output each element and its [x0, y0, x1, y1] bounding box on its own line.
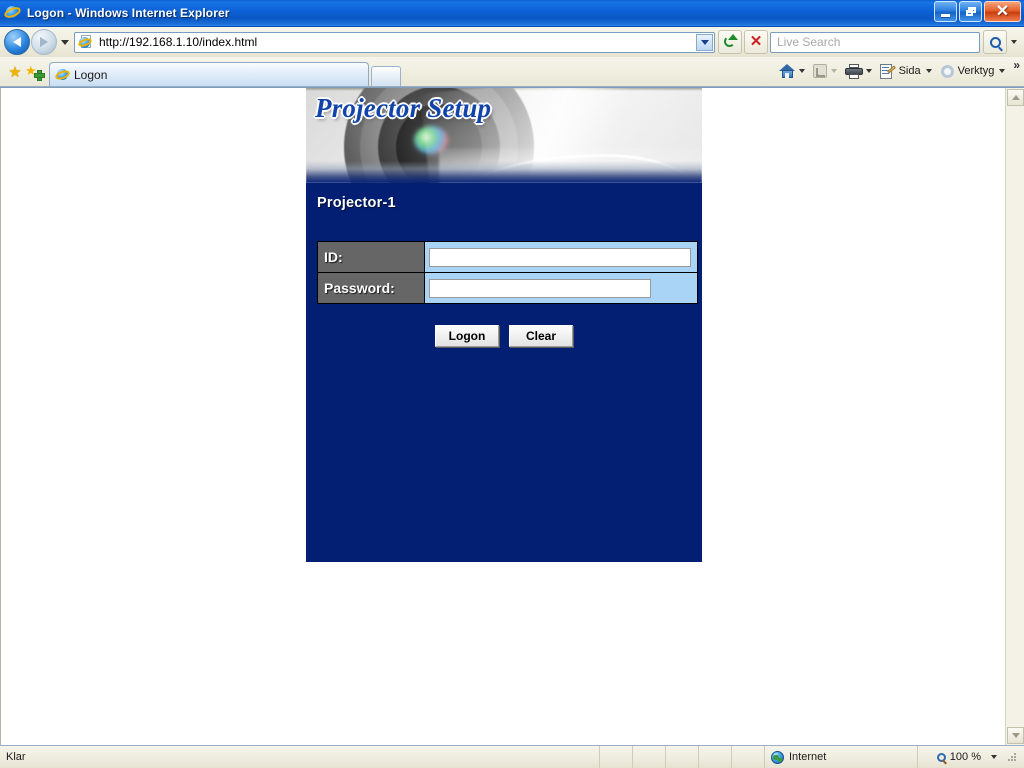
search-icon [989, 36, 1001, 48]
new-tab-button[interactable] [371, 66, 401, 86]
recent-pages-dropdown[interactable] [61, 39, 69, 45]
back-arrow-icon [13, 37, 21, 47]
forward-arrow-icon [40, 37, 48, 47]
id-label: ID: [317, 241, 425, 273]
browser-window: Logon - Windows Internet Explorer ✕ http… [0, 0, 1024, 768]
search-button[interactable] [983, 30, 1007, 54]
id-input[interactable] [429, 247, 691, 267]
projector-setup-page: Projector Setup Projector-1 ID: Password… [306, 88, 702, 562]
device-name: Projector-1 [317, 195, 396, 211]
search-input[interactable]: Live Search [770, 31, 980, 53]
chevron-down-icon [830, 69, 837, 73]
feeds-button[interactable] [811, 60, 842, 82]
refresh-icon [723, 34, 738, 49]
browser-viewport: Projector Setup Projector-1 ID: Password… [0, 87, 1024, 745]
status-pane-1 [600, 746, 633, 768]
status-pane-3 [666, 746, 699, 768]
home-icon [778, 63, 796, 79]
refresh-button[interactable] [718, 30, 742, 54]
status-pane-4 [699, 746, 732, 768]
status-pane-2 [633, 746, 666, 768]
minimize-icon [941, 13, 950, 17]
tools-menu-button[interactable]: Verktyg [938, 60, 1011, 82]
back-button[interactable] [4, 29, 30, 55]
security-zone-label: Internet [789, 751, 827, 763]
tools-menu-label: Verktyg [957, 65, 995, 77]
home-button[interactable] [777, 60, 810, 82]
page-menu-label: Sida [898, 65, 921, 77]
chevron-down-icon [1010, 40, 1017, 44]
ie-logo-icon [2, 4, 23, 22]
login-form: ID: Password: [317, 241, 698, 304]
password-label: Password: [317, 272, 425, 304]
form-row-password: Password: [317, 272, 698, 304]
form-row-id: ID: [317, 241, 698, 273]
address-bar: http://192.168.1.10/index.html ✕ Live Se… [0, 27, 1024, 57]
printer-icon [844, 63, 863, 79]
page-content: Projector Setup Projector-1 ID: Password… [0, 88, 1005, 745]
stop-button[interactable]: ✕ [744, 30, 768, 54]
scroll-up-icon [1011, 95, 1020, 100]
gear-icon [940, 64, 955, 79]
print-button[interactable] [843, 60, 877, 82]
close-button[interactable]: ✕ [984, 1, 1021, 22]
form-buttons: Logon Clear [306, 325, 702, 347]
password-input[interactable] [429, 278, 651, 298]
globe-icon [771, 750, 784, 764]
address-input[interactable]: http://192.168.1.10/index.html [74, 31, 715, 53]
scroll-up-button[interactable] [1007, 89, 1024, 106]
star-icon: ★ [8, 63, 22, 81]
address-text: http://192.168.1.10/index.html [99, 35, 258, 49]
banner-title: Projector Setup [315, 93, 492, 123]
search-placeholder: Live Search [777, 35, 841, 49]
minimize-button[interactable] [934, 1, 957, 22]
login-panel: Projector-1 ID: Password: Logon Clear [306, 183, 702, 562]
restore-button[interactable] [959, 1, 982, 22]
security-zone[interactable]: Internet [765, 746, 918, 768]
stop-icon: ✕ [749, 33, 763, 50]
ie-page-icon [54, 68, 71, 82]
tab-logon[interactable]: Logon [49, 62, 369, 86]
close-icon: ✕ [995, 2, 1010, 20]
page-icon [879, 63, 896, 79]
logon-button[interactable]: Logon [435, 325, 499, 347]
address-dropdown-button[interactable] [696, 33, 713, 51]
chevron-down-icon [700, 39, 709, 45]
clear-button[interactable]: Clear [509, 325, 573, 347]
status-pane-5 [732, 746, 765, 768]
tab-label: Logon [74, 67, 108, 82]
command-bar: Sida Verktyg » [777, 57, 1024, 85]
favorites-center-button[interactable]: ★ [5, 62, 25, 82]
add-to-favorites-button[interactable]: ★ [25, 62, 45, 82]
window-controls: ✕ [934, 1, 1021, 22]
toolbar-overflow-button[interactable]: » [1013, 58, 1020, 72]
forward-button[interactable] [31, 29, 57, 55]
resize-grip[interactable] [1006, 751, 1018, 763]
page-banner: Projector Setup [306, 88, 702, 183]
zoom-icon [936, 752, 946, 762]
page-menu-button[interactable]: Sida [878, 60, 937, 82]
chevron-down-icon[interactable] [991, 755, 997, 759]
chevron-down-icon [999, 69, 1006, 73]
tab-bar: ★ ★ Logon Sida Verktyg » [0, 57, 1024, 87]
chevron-down-icon [798, 69, 805, 73]
rss-icon [812, 63, 828, 79]
scroll-down-icon [1011, 733, 1020, 738]
status-text: Klar [0, 746, 600, 768]
chevron-down-icon [925, 69, 932, 73]
scroll-down-button[interactable] [1007, 727, 1024, 744]
zoom-control[interactable]: 100 % [933, 746, 1024, 768]
ie-page-icon [77, 34, 94, 50]
search-provider-dropdown[interactable] [1007, 31, 1020, 53]
restore-icon [965, 7, 976, 16]
title-bar: Logon - Windows Internet Explorer ✕ [0, 0, 1024, 27]
status-bar: Klar Internet 100 % [0, 745, 1024, 768]
zoom-level: 100 % [949, 751, 981, 763]
chevron-down-icon [865, 69, 872, 73]
vertical-scrollbar[interactable] [1005, 88, 1024, 745]
window-title: Logon - Windows Internet Explorer [27, 6, 230, 20]
